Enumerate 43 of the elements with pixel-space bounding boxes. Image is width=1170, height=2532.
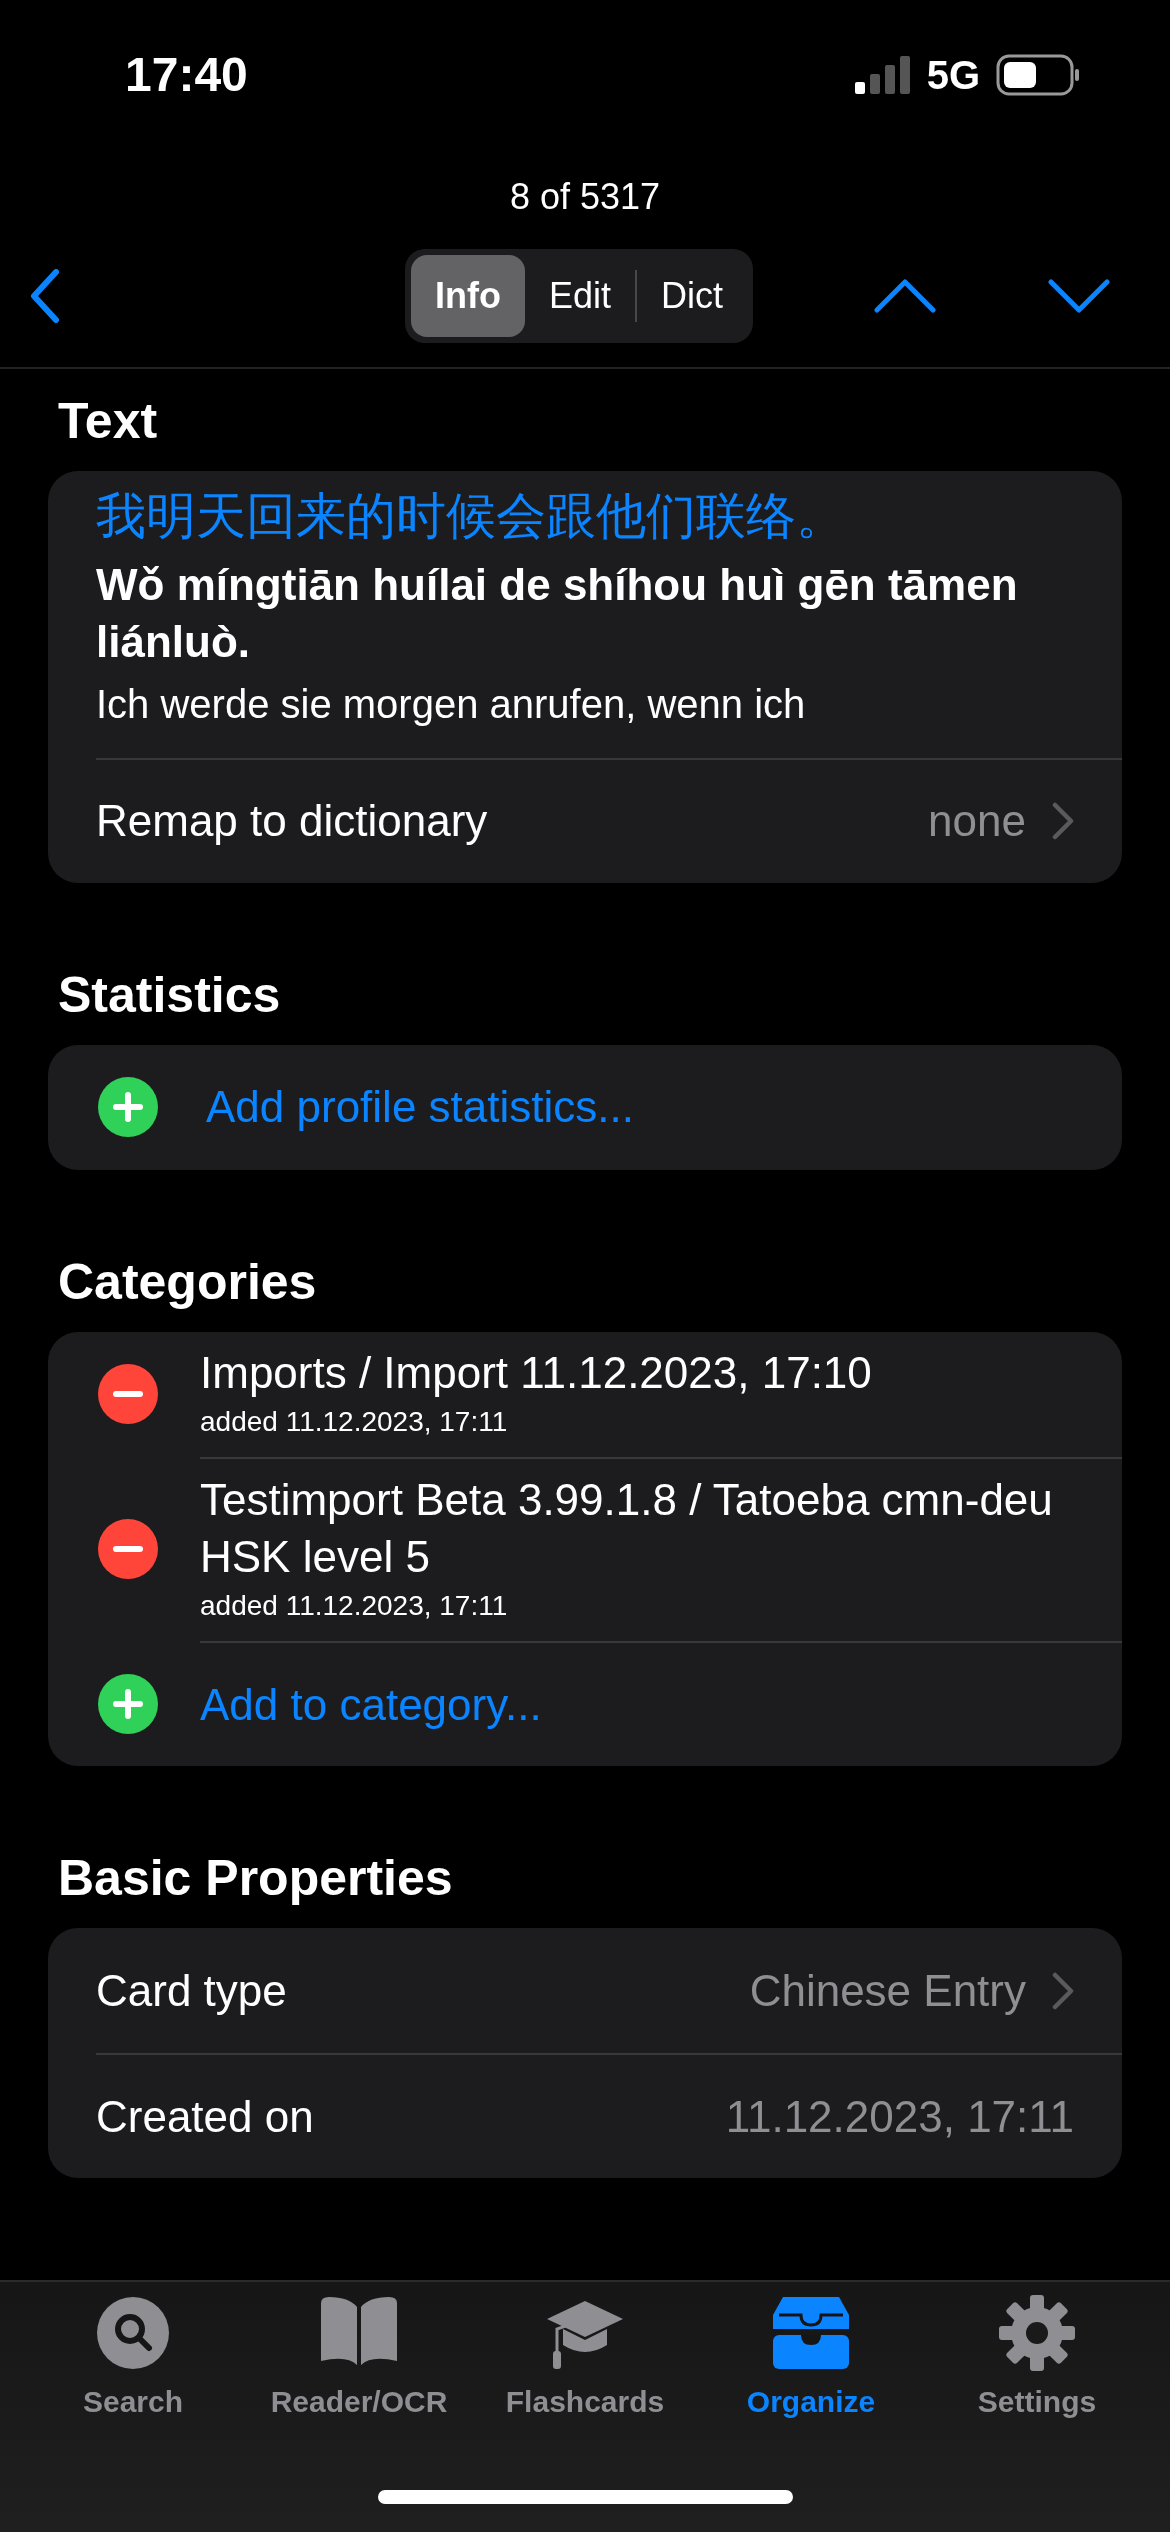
- tab-bar-item[interactable]: Flashcards: [475, 2292, 695, 2425]
- section-title: Basic Properties: [57, 1849, 454, 1909]
- row-value: Chinese Entry: [749, 1964, 1026, 2017]
- chevron-up-icon[interactable]: [874, 278, 936, 313]
- category-name: Imports / Import 11.12.2023, 17:10: [200, 1346, 873, 1399]
- segment-tab[interactable]: Edit: [525, 254, 636, 337]
- translation-text: Ich werde sie morgen anrufen, wenn ich: [96, 680, 807, 728]
- tab-bar-item[interactable]: Organize: [701, 2292, 921, 2425]
- position-counter: 8 of 5317: [508, 175, 662, 219]
- network-label: 5G: [926, 52, 980, 99]
- tab-bar-item[interactable]: Search: [23, 2292, 243, 2425]
- battery-icon: [996, 54, 1080, 96]
- add-category-link[interactable]: Add to category...: [200, 1671, 542, 1738]
- tab-bar-item[interactable]: Settings: [927, 2292, 1147, 2425]
- chevron-right-icon: [1052, 802, 1074, 841]
- added-date: added 11.12.2023, 17:11: [200, 1589, 509, 1624]
- category-name: Testimport Beta 3.99.1.8 / Tatoeba cmn-deu HSK level 5: [200, 1474, 1054, 1584]
- remove-icon[interactable]: [98, 1364, 158, 1425]
- back-icon[interactable]: [30, 268, 60, 323]
- chinese-sentence: 我明天回来的时候会跟他们联络。: [96, 486, 847, 547]
- status-time: 17:40: [125, 47, 248, 103]
- signal-icon: [854, 56, 911, 94]
- property-row[interactable]: Card type Chinese Entry: [96, 1928, 1122, 2054]
- settings-icon: [997, 2293, 1077, 2373]
- add-icon[interactable]: [98, 1673, 158, 1734]
- chevron-down-icon[interactable]: [1048, 278, 1110, 313]
- tab-bar-item[interactable]: Reader/OCR: [249, 2292, 469, 2425]
- row-label: Remap to dictionary: [96, 795, 488, 848]
- row-label: Card type: [96, 1964, 287, 2017]
- chevron-right-icon: [1052, 1971, 1074, 2010]
- remap-row[interactable]: Remap to dictionary none: [96, 757, 1122, 883]
- section-title: Categories: [57, 1252, 318, 1312]
- remove-icon[interactable]: [98, 1519, 158, 1580]
- row-value: 11.12.2023, 17:11: [725, 2090, 1074, 2143]
- section-title: Statistics: [57, 965, 282, 1025]
- segment-tab[interactable]: Info: [411, 254, 525, 337]
- segment-tab[interactable]: Dict: [637, 254, 748, 337]
- added-date: added 11.12.2023, 17:11: [200, 1405, 509, 1440]
- add-icon[interactable]: [98, 1077, 158, 1138]
- row-label: Created on: [96, 2090, 314, 2143]
- row-value: none: [928, 795, 1026, 848]
- pinyin-text: Wǒ míngtiān huílai de shíhou huì gēn tāmen liánluò.: [96, 558, 1019, 668]
- section-title: Text: [57, 392, 159, 451]
